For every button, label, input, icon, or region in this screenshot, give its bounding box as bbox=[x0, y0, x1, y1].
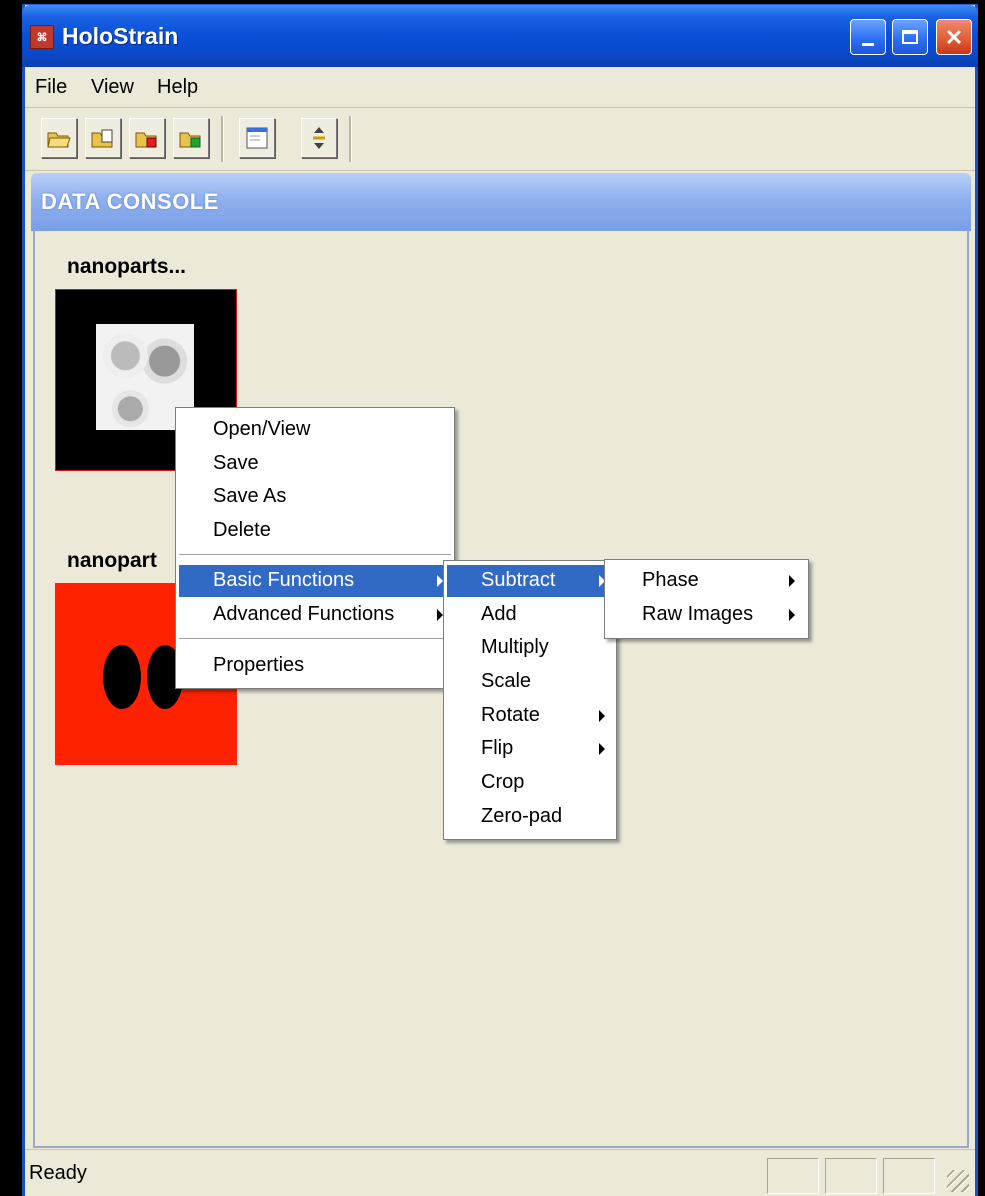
submenu-arrow-icon bbox=[789, 609, 795, 621]
status-bar: Ready bbox=[25, 1149, 975, 1196]
status-text: Ready bbox=[29, 1162, 87, 1184]
menu-item-properties[interactable]: Properties bbox=[179, 650, 451, 682]
resize-grip[interactable] bbox=[947, 1170, 969, 1192]
subtract-submenu: Phase Raw Images bbox=[604, 559, 809, 639]
menu-item-flip[interactable]: Flip bbox=[447, 733, 613, 765]
add-file-button[interactable] bbox=[173, 118, 209, 158]
console-title: DATA CONSOLE bbox=[41, 189, 219, 214]
menu-item-delete[interactable]: Delete bbox=[179, 515, 451, 547]
menu-item-rotate[interactable]: Rotate bbox=[447, 700, 613, 732]
status-panel bbox=[767, 1158, 819, 1194]
remove-file-button[interactable] bbox=[129, 118, 165, 158]
title-bar[interactable]: ⌘ HoloStrain bbox=[22, 5, 978, 67]
menu-item-add[interactable]: Add bbox=[447, 599, 613, 631]
menu-item-crop[interactable]: Crop bbox=[447, 767, 613, 799]
menu-item-multiply[interactable]: Multiply bbox=[447, 632, 613, 664]
toolbar-separator bbox=[221, 116, 224, 162]
menu-item-save[interactable]: Save bbox=[179, 448, 451, 480]
minimize-button[interactable] bbox=[850, 19, 886, 55]
basic-functions-submenu: Subtract Add Multiply Scale Rotate Flip … bbox=[443, 560, 617, 840]
menu-file[interactable]: File bbox=[35, 76, 67, 99]
menu-help[interactable]: Help bbox=[157, 76, 198, 99]
menu-view[interactable]: View bbox=[91, 76, 134, 99]
menu-item-zero-pad[interactable]: Zero-pad bbox=[447, 801, 613, 833]
maximize-icon bbox=[902, 30, 918, 44]
item-label: nanopart bbox=[67, 549, 157, 572]
menu-item-open-view[interactable]: Open/View bbox=[179, 414, 451, 446]
maximize-button[interactable] bbox=[892, 19, 928, 55]
adjust-button[interactable] bbox=[301, 118, 337, 158]
menu-item-save-as[interactable]: Save As bbox=[179, 481, 451, 513]
window-icon bbox=[246, 127, 268, 149]
item-label: nanoparts... bbox=[67, 255, 187, 278]
status-panel bbox=[825, 1158, 877, 1194]
menu-item-scale[interactable]: Scale bbox=[447, 666, 613, 698]
menu-item-basic-functions[interactable]: Basic Functions bbox=[179, 565, 451, 597]
menu-separator bbox=[179, 638, 451, 642]
submenu-arrow-icon bbox=[599, 743, 605, 755]
add-file-icon bbox=[179, 132, 201, 148]
toolbar-separator bbox=[349, 116, 352, 162]
submenu-arrow-icon bbox=[789, 575, 795, 587]
status-panel bbox=[883, 1158, 935, 1194]
adjust-icon bbox=[313, 127, 325, 149]
open-multiple-icon bbox=[91, 129, 113, 148]
window-button[interactable] bbox=[239, 118, 275, 158]
window-title: HoloStrain bbox=[62, 23, 179, 49]
menu-item-subtract[interactable]: Subtract bbox=[447, 565, 613, 597]
submenu-arrow-icon bbox=[599, 710, 605, 722]
minimize-icon bbox=[862, 42, 874, 46]
close-button[interactable] bbox=[936, 19, 972, 55]
menu-bar: File View Help bbox=[25, 67, 975, 108]
open-folder-icon bbox=[47, 132, 71, 148]
menu-item-advanced-functions[interactable]: Advanced Functions bbox=[179, 599, 451, 631]
remove-file-icon bbox=[135, 132, 157, 148]
menu-item-phase[interactable]: Phase bbox=[608, 565, 805, 597]
app-logo-icon: ⌘ bbox=[30, 25, 54, 49]
console-header: DATA CONSOLE bbox=[31, 173, 971, 231]
particle-shape bbox=[103, 645, 141, 709]
context-menu: Open/View Save Save As Delete Basic Func… bbox=[175, 407, 455, 689]
menu-separator bbox=[179, 554, 451, 558]
close-icon bbox=[946, 29, 962, 45]
menu-item-raw-images[interactable]: Raw Images bbox=[608, 599, 805, 631]
toolbar bbox=[25, 108, 975, 171]
open-button[interactable] bbox=[41, 118, 77, 158]
open-multiple-button[interactable] bbox=[85, 118, 121, 158]
